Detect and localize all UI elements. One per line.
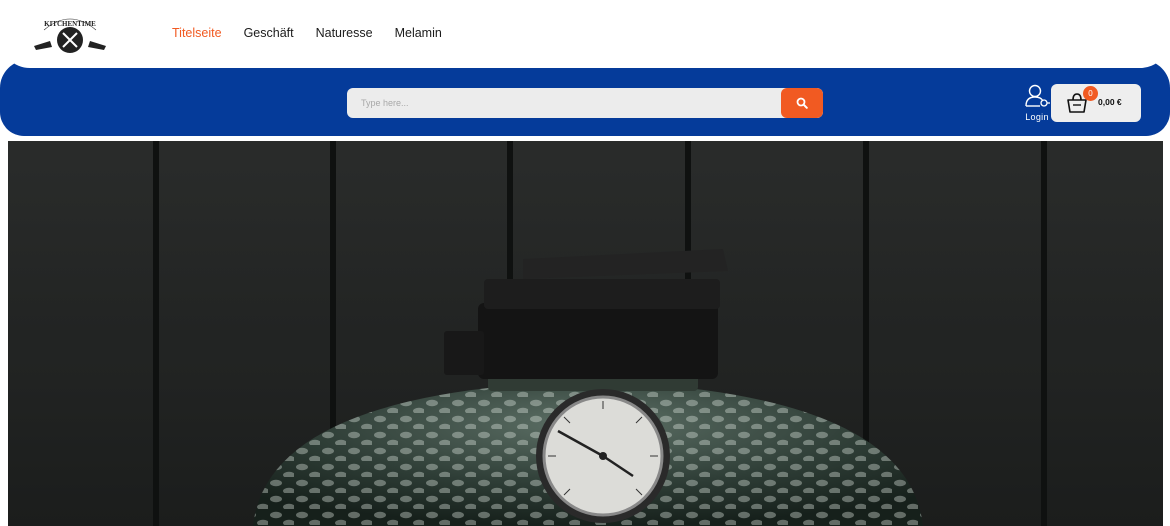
nav-item-naturesse[interactable]: Naturesse <box>316 26 373 40</box>
cart-total: 0,00 € <box>1098 97 1122 107</box>
nav-item-titelseite[interactable]: Titelseite <box>172 26 222 40</box>
cart-button[interactable]: 0 0,00 € <box>1051 84 1141 122</box>
nav-item-melamin[interactable]: Melamin <box>395 26 442 40</box>
search-icon <box>796 97 808 109</box>
login-button[interactable]: Login <box>1020 82 1054 124</box>
main-nav: Titelseite Geschäft Naturesse Melamin <box>172 26 442 40</box>
search-button[interactable] <box>781 88 823 118</box>
kamado-grill-photo <box>8 141 1163 526</box>
search-input[interactable] <box>347 88 781 118</box>
search-bar <box>347 88 823 118</box>
cart-count-badge: 0 <box>1083 86 1098 101</box>
hero-image <box>8 141 1163 526</box>
user-icon <box>1025 84 1050 107</box>
nav-item-geschaeft[interactable]: Geschäft <box>244 26 294 40</box>
logo-text: KITCHENTIME <box>44 20 96 28</box>
site-logo[interactable]: KITCHENTIME <box>30 10 110 56</box>
login-label: Login <box>1025 112 1049 122</box>
